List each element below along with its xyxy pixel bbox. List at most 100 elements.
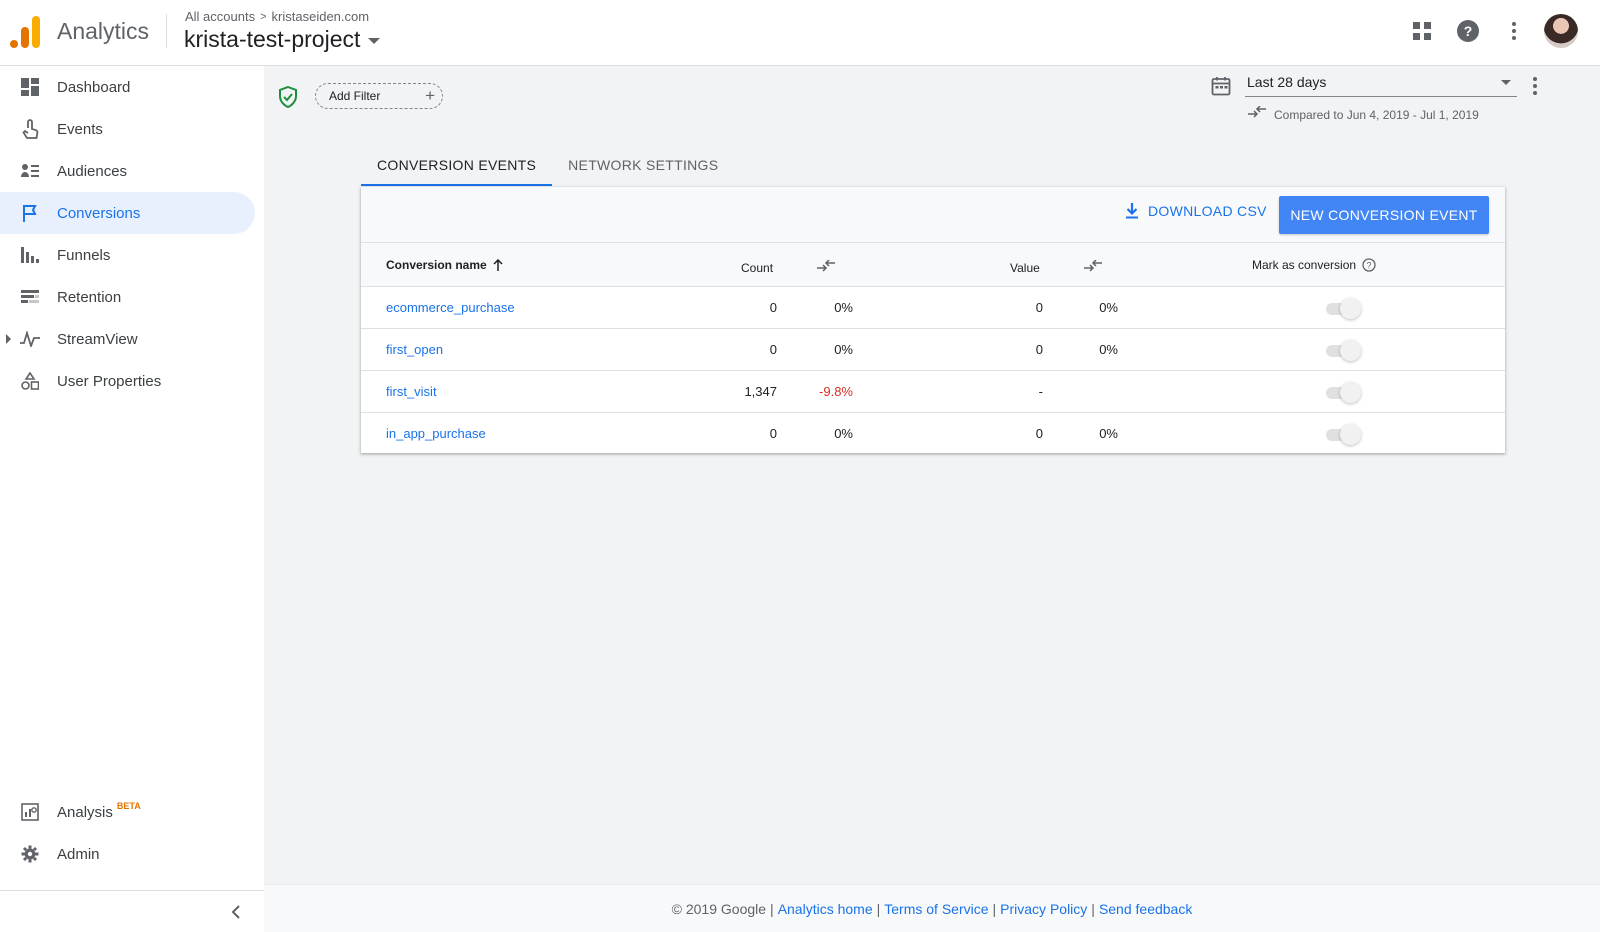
avatar[interactable] <box>1544 14 1578 48</box>
value-cell: - <box>1038 384 1043 399</box>
analysis-icon <box>20 802 40 822</box>
footer-link-privacy[interactable]: Privacy Policy <box>1000 901 1087 917</box>
compare-arrows-icon <box>817 260 835 272</box>
mark-as-conversion-toggle[interactable] <box>1324 424 1361 445</box>
sidebar-item-audiences[interactable]: Audiences <box>0 150 255 192</box>
copyright-text: © 2019 Google <box>671 900 767 917</box>
sidebar-item-label: Funnels <box>57 246 111 264</box>
conversion-name-link[interactable]: first_open <box>386 342 443 357</box>
breadcrumb-all-accounts[interactable]: All accounts <box>185 9 255 24</box>
add-filter-label: Add Filter <box>329 89 381 103</box>
apps-icon[interactable] <box>1406 15 1438 47</box>
arrow-up-icon <box>493 259 503 271</box>
column-header-value[interactable]: Value <box>1010 261 1040 275</box>
count-cell: 1,347 <box>744 384 777 399</box>
sidebar-item-label: StreamView <box>57 330 138 348</box>
shield-check-icon[interactable] <box>278 86 298 108</box>
table-row: in_app_purchase 0 0% 0 0% <box>361 413 1505 455</box>
header-actions: ? <box>1406 14 1578 48</box>
compare-arrows-icon <box>1248 106 1266 118</box>
more-vert-icon[interactable] <box>1532 76 1538 96</box>
app-name: Analytics <box>57 18 150 44</box>
sidebar-item-label: Admin <box>57 845 100 863</box>
column-header-count[interactable]: Count <box>741 261 773 275</box>
count-change-cell: 0% <box>834 426 853 441</box>
expand-arrow-icon[interactable] <box>6 334 11 344</box>
help-icon[interactable]: ? <box>1452 15 1484 47</box>
sidebar-item-label: User Properties <box>57 372 162 390</box>
sidebar-divider <box>0 890 264 891</box>
help-outline-icon[interactable]: ? <box>1362 258 1376 272</box>
svg-text:?: ? <box>1464 23 1473 39</box>
date-range-value: Last 28 days <box>1247 74 1327 90</box>
calendar-icon[interactable] <box>1211 76 1231 96</box>
audiences-icon <box>20 161 40 181</box>
breadcrumb-account[interactable]: kristaseiden.com <box>272 9 370 24</box>
table-row: first_open 0 0% 0 0% <box>361 329 1505 371</box>
mark-as-conversion-toggle[interactable] <box>1324 340 1361 361</box>
main-content: Add Filter + Last 28 days Compared to Ju… <box>264 66 1600 884</box>
footer-separator: | <box>1091 900 1095 917</box>
analytics-logo-icon[interactable] <box>10 16 40 48</box>
sidebar-item-retention[interactable]: Retention <box>0 276 255 318</box>
footer-link-terms[interactable]: Terms of Service <box>884 901 988 917</box>
app-header: Analytics All accounts > kristaseiden.co… <box>0 0 1600 66</box>
count-change-cell: -9.8% <box>819 384 853 399</box>
project-name: krista-test-project <box>184 26 361 52</box>
tab-network-settings[interactable]: NETWORK SETTINGS <box>552 150 734 186</box>
sidebar-item-conversions[interactable]: Conversions <box>0 192 255 234</box>
add-filter-button[interactable]: Add Filter + <box>315 83 443 109</box>
analysis-label: Analysis <box>57 803 113 821</box>
page-footer: © 2019 Google | Analytics home | Terms o… <box>264 884 1600 932</box>
sidebar-item-events[interactable]: Events <box>0 108 255 150</box>
compare-arrows-icon <box>1084 260 1102 272</box>
sidebar-item-streamview[interactable]: StreamView <box>0 318 255 360</box>
table-row: ecommerce_purchase 0 0% 0 0% <box>361 287 1505 329</box>
footer-link-feedback[interactable]: Send feedback <box>1099 901 1192 917</box>
footer-link-analytics-home[interactable]: Analytics home <box>778 901 873 917</box>
sidebar-item-dashboard[interactable]: Dashboard <box>0 66 255 108</box>
date-range-select[interactable]: Last 28 days <box>1245 70 1517 97</box>
download-csv-button[interactable]: DOWNLOAD CSV <box>1125 203 1267 219</box>
sidebar-item-label: Audiences <box>57 162 128 180</box>
count-cell: 0 <box>769 342 777 357</box>
collapse-sidebar-icon[interactable] <box>226 902 246 922</box>
count-cell: 0 <box>769 300 777 315</box>
sidebar-item-label: Conversions <box>57 204 141 222</box>
more-vert-icon[interactable] <box>1498 15 1530 47</box>
new-conversion-event-button[interactable]: NEW CONVERSION EVENT <box>1279 196 1489 234</box>
streamview-icon <box>20 329 40 349</box>
mark-as-conversion-toggle[interactable] <box>1324 382 1361 403</box>
comparison-period: Compared to Jun 4, 2019 - Jul 1, 2019 <box>1274 108 1479 122</box>
value-change-cell: 0% <box>1099 342 1118 357</box>
sidebar-item-admin[interactable]: Admin <box>0 833 255 875</box>
value-change-cell: 0% <box>1099 426 1118 441</box>
beta-badge: BETA <box>116 800 141 811</box>
conversion-name-link[interactable]: ecommerce_purchase <box>386 300 515 315</box>
tab-bar: CONVERSION EVENTS NETWORK SETTINGS <box>361 150 734 186</box>
column-header-name[interactable]: Conversion name <box>386 258 503 272</box>
funnel-icon <box>20 245 40 265</box>
sidebar-item-label: Retention <box>57 288 122 306</box>
value-cell: 0 <box>1035 342 1043 357</box>
chevron-down-icon <box>368 38 381 44</box>
conversion-name-link[interactable]: in_app_purchase <box>386 426 486 441</box>
conversion-name-link[interactable]: first_visit <box>386 384 437 399</box>
count-cell: 0 <box>769 426 777 441</box>
value-cell: 0 <box>1035 426 1043 441</box>
footer-separator: | <box>876 900 881 917</box>
gear-icon <box>20 844 40 864</box>
sidebar: Dashboard Events Audiences Conversions F… <box>0 66 264 932</box>
table-header: Conversion name Count Value Mark as conv… <box>361 243 1505 287</box>
tab-conversion-events[interactable]: CONVERSION EVENTS <box>361 150 553 186</box>
sidebar-item-funnels[interactable]: Funnels <box>0 234 255 276</box>
sidebar-item-user-properties[interactable]: User Properties <box>0 360 255 402</box>
mark-as-conversion-toggle[interactable] <box>1324 298 1361 319</box>
flag-icon <box>20 203 40 223</box>
header-divider <box>166 14 167 48</box>
breadcrumb[interactable]: All accounts > kristaseiden.com <box>185 9 369 24</box>
project-selector[interactable]: krista-test-project <box>184 26 381 53</box>
sidebar-item-analysis[interactable]: Analysis BETA <box>0 791 255 833</box>
shapes-icon <box>20 371 40 391</box>
sidebar-item-label: Events <box>57 120 103 138</box>
